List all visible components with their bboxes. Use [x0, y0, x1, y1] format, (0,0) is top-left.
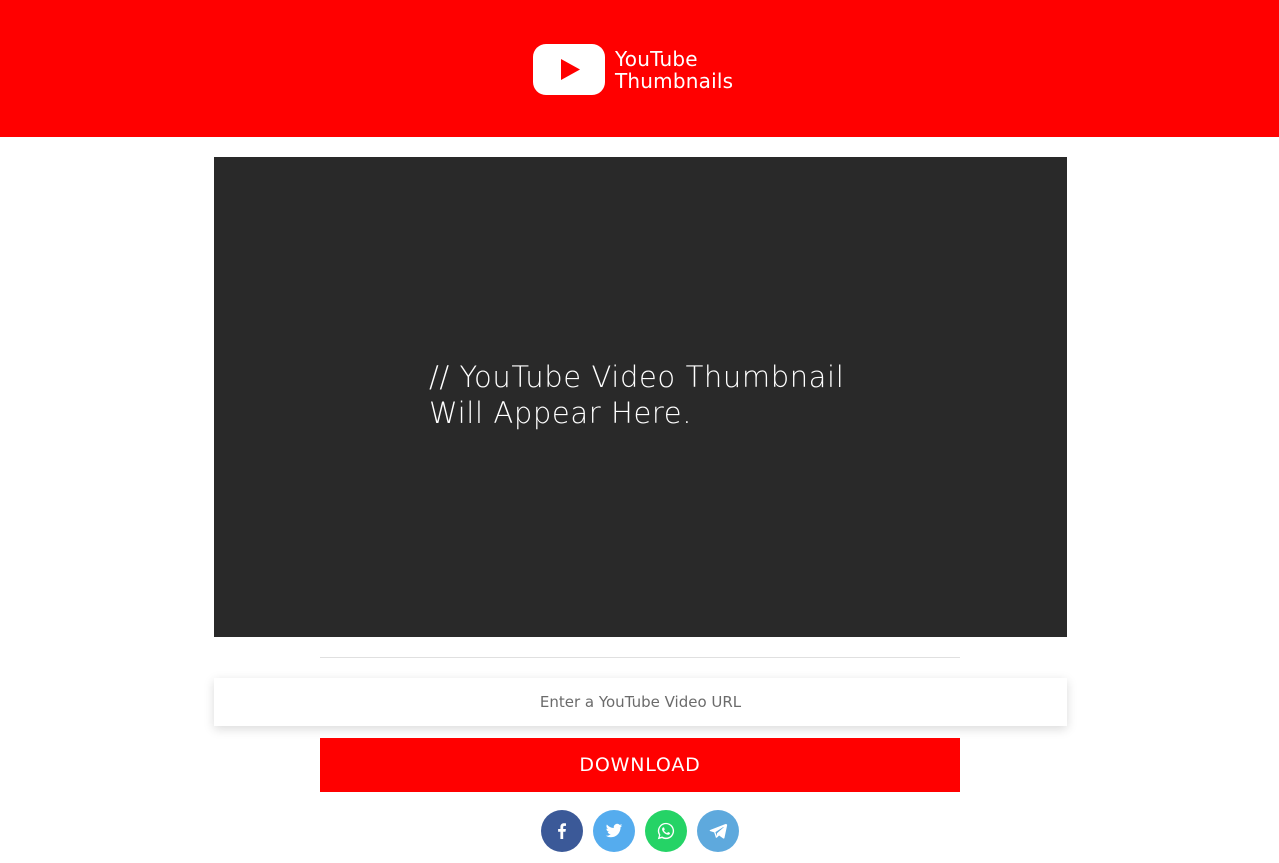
share-whatsapp-button[interactable]	[645, 810, 687, 852]
share-telegram-button[interactable]	[697, 810, 739, 852]
play-button-icon	[533, 44, 605, 95]
logo-text-line2: Thumbnails	[615, 68, 734, 93]
share-facebook-button[interactable]	[541, 810, 583, 852]
site-header: YouTube Thumbnails	[0, 0, 1279, 137]
telegram-icon	[709, 823, 728, 839]
whatsapp-icon	[657, 822, 675, 840]
site-logo[interactable]: YouTube Thumbnails	[533, 44, 733, 95]
thumbnail-preview: // YouTube Video Thumbnail Will Appear H…	[214, 157, 1067, 637]
twitter-icon	[605, 823, 623, 838]
thumbnail-placeholder-line2: Will Appear Here.	[429, 396, 693, 430]
facebook-icon	[558, 823, 566, 839]
thumbnail-placeholder-text: // YouTube Video Thumbnail Will Appear H…	[429, 359, 889, 431]
share-buttons	[541, 810, 739, 852]
download-button[interactable]: DOWNLOAD	[320, 738, 960, 792]
logo-text: YouTube Thumbnails	[615, 48, 733, 92]
share-twitter-button[interactable]	[593, 810, 635, 852]
logo-text-line1: YouTube	[615, 46, 698, 71]
divider	[320, 657, 960, 658]
video-url-input[interactable]	[214, 678, 1067, 726]
thumbnail-placeholder-line1: // YouTube Video Thumbnail	[429, 360, 845, 394]
